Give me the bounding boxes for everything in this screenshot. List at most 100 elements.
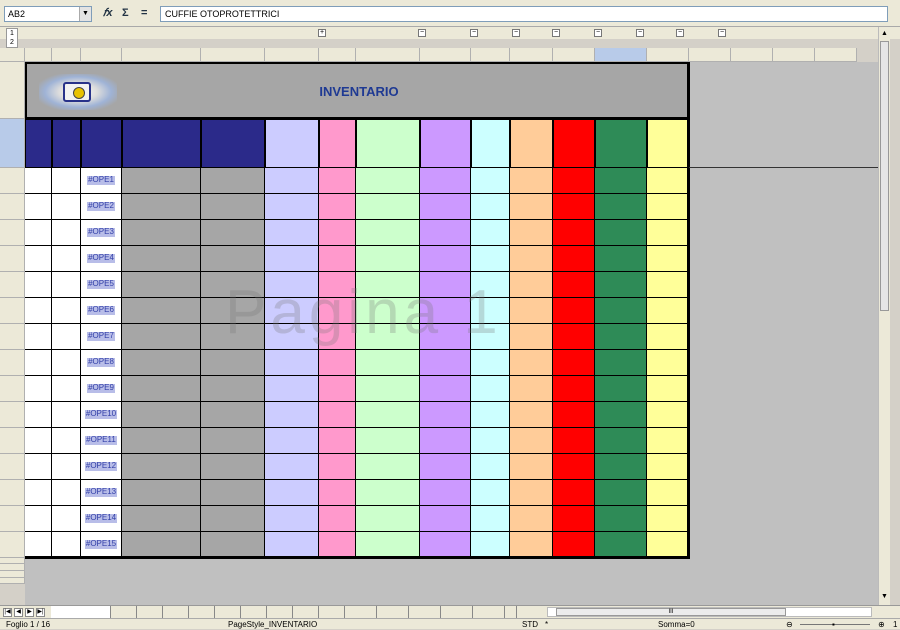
id-hyperlink[interactable]: #OPE12 [84, 461, 118, 471]
row-guanti[interactable] [553, 532, 595, 558]
sheet-tab[interactable] [345, 606, 377, 618]
row-pant[interactable] [356, 168, 420, 194]
row-nome[interactable] [201, 480, 265, 506]
row-pant[interactable] [356, 454, 420, 480]
row-scarpe[interactable] [420, 454, 471, 480]
spreadsheet-grid[interactable]: INVENTARIO #OPE1 #OPE2 #OPE3 #OPE4 #OPE5 #OPE… [25, 62, 878, 605]
row-bermuda[interactable] [265, 298, 319, 324]
outline-level-2[interactable]: 2 [7, 38, 17, 47]
row-bermuda[interactable] [265, 350, 319, 376]
row-cuffie[interactable] [595, 194, 647, 220]
row-nome[interactable] [201, 194, 265, 220]
id-hyperlink[interactable]: #OPE2 [87, 201, 115, 211]
row-bermuda[interactable] [265, 454, 319, 480]
column-header-b[interactable] [52, 48, 81, 62]
row-id-link[interactable]: #OPE13 [81, 480, 122, 506]
row-guanti[interactable] [553, 194, 595, 220]
row-giacca[interactable] [647, 168, 689, 194]
row-id-link[interactable]: #OPE11 [81, 428, 122, 454]
header-num[interactable] [25, 119, 52, 168]
row-pant[interactable] [356, 402, 420, 428]
row-casco[interactable] [510, 350, 553, 376]
id-hyperlink[interactable]: #OPE1 [87, 175, 115, 185]
sheet-tab[interactable] [409, 606, 441, 618]
column-header-u[interactable] [510, 48, 553, 62]
column-header-l[interactable] [356, 48, 420, 62]
row-id-link[interactable]: #OPE10 [81, 402, 122, 428]
header-scarpe[interactable] [420, 119, 471, 168]
row-cuffie[interactable] [595, 350, 647, 376]
row-header-1[interactable] [0, 62, 25, 119]
row-scarpe[interactable] [420, 402, 471, 428]
id-hyperlink[interactable]: #OPE6 [87, 305, 115, 315]
outline-group-button[interactable]: − [418, 29, 426, 37]
row-scarpe[interactable] [420, 298, 471, 324]
row-header-20[interactable] [0, 571, 25, 578]
row-id-link[interactable]: #OPE7 [81, 324, 122, 350]
row-guanti[interactable] [553, 324, 595, 350]
row-mat[interactable] [52, 532, 81, 558]
column-header-ak[interactable] [815, 48, 857, 62]
row-casco[interactable] [510, 376, 553, 402]
row-cuffie[interactable] [595, 402, 647, 428]
row-bermuda[interactable] [265, 194, 319, 220]
row-giacca[interactable] [647, 246, 689, 272]
header-tuta[interactable] [319, 119, 356, 168]
column-header-ae[interactable] [647, 48, 689, 62]
row-header-8[interactable] [0, 298, 25, 324]
id-hyperlink[interactable]: #OPE13 [84, 487, 118, 497]
row-scarpe[interactable] [420, 272, 471, 298]
header-casco[interactable] [510, 119, 553, 168]
row-tuta[interactable] [319, 428, 356, 454]
row-nome[interactable] [201, 324, 265, 350]
row-casco[interactable] [510, 454, 553, 480]
row-tuta[interactable] [319, 350, 356, 376]
row-nome[interactable] [201, 298, 265, 324]
row-giacca[interactable] [647, 272, 689, 298]
row-polo[interactable] [471, 506, 510, 532]
row-nome[interactable] [201, 220, 265, 246]
row-guanti[interactable] [553, 454, 595, 480]
next-sheet-icon[interactable]: ▶ [25, 608, 34, 617]
sheet-tab[interactable] [189, 606, 215, 618]
row-scarpe[interactable] [420, 428, 471, 454]
sheet-tab[interactable] [377, 606, 409, 618]
row-polo[interactable] [471, 220, 510, 246]
row-tuta[interactable] [319, 532, 356, 558]
row-cognome[interactable] [122, 480, 201, 506]
row-polo[interactable] [471, 168, 510, 194]
sheet-tab[interactable] [241, 606, 267, 618]
header-polo[interactable] [471, 119, 510, 168]
id-hyperlink[interactable]: #OPE8 [87, 357, 115, 367]
row-polo[interactable] [471, 272, 510, 298]
sheet-tab[interactable] [111, 606, 137, 618]
row-casco[interactable] [510, 532, 553, 558]
row-tuta[interactable] [319, 454, 356, 480]
row-nome[interactable] [201, 428, 265, 454]
row-header-14[interactable] [0, 454, 25, 480]
row-cognome[interactable] [122, 376, 201, 402]
scroll-up-icon[interactable]: ▲ [880, 29, 889, 39]
row-casco[interactable] [510, 428, 553, 454]
prev-sheet-icon[interactable]: ◀ [14, 608, 23, 617]
row-mat[interactable] [52, 506, 81, 532]
row-cuffie[interactable] [595, 376, 647, 402]
row-polo[interactable] [471, 246, 510, 272]
row-header-17[interactable] [0, 532, 25, 558]
column-header-x[interactable] [553, 48, 595, 62]
row-id-link[interactable]: #OPE4 [81, 246, 122, 272]
row-mat[interactable] [52, 428, 81, 454]
row-mat[interactable] [52, 298, 81, 324]
row-guanti[interactable] [553, 168, 595, 194]
row-mat[interactable] [52, 402, 81, 428]
sheet-tab[interactable] [51, 606, 111, 618]
row-nome[interactable] [201, 506, 265, 532]
row-bermuda[interactable] [265, 220, 319, 246]
row-header-12[interactable] [0, 402, 25, 428]
row-pant[interactable] [356, 298, 420, 324]
sheet-tab[interactable] [137, 606, 163, 618]
row-num[interactable] [25, 272, 52, 298]
row-tuta[interactable] [319, 298, 356, 324]
column-header-aj[interactable] [773, 48, 815, 62]
column-header-ah[interactable] [689, 48, 731, 62]
